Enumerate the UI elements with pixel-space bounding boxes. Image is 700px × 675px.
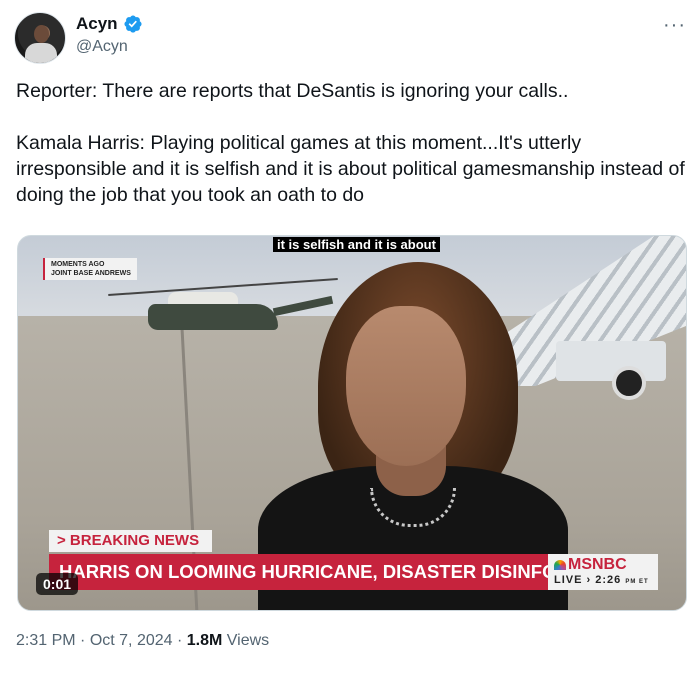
avatar[interactable] — [14, 12, 66, 64]
tweet-paragraph-2: Kamala Harris: Playing political games a… — [16, 132, 685, 206]
avatar-shirt — [25, 43, 57, 63]
video-timer: 0:01 — [36, 573, 79, 595]
network-logo: MSNBC — [554, 556, 627, 574]
tweet-time[interactable]: 2:31 PM — [16, 632, 76, 649]
stair-truck — [556, 341, 666, 381]
news-headline: HARRIS ON LOOMING HURRICANE, DISASTER DI… — [49, 554, 556, 590]
name-row: Acyn — [76, 14, 143, 34]
badge-line-1: MOMENTS AGO — [51, 261, 105, 268]
breaking-news-label: > BREAKING NEWS — [49, 530, 212, 552]
avatar-face — [34, 25, 49, 43]
truck-wheel — [612, 366, 646, 400]
author-name[interactable]: Acyn — [76, 14, 118, 34]
more-horizontal-icon[interactable]: ··· — [663, 14, 686, 37]
network-name: MSNBC — [568, 556, 627, 573]
author-block: Acyn @Acyn — [76, 14, 143, 56]
meta-separator: · — [75, 632, 90, 649]
location-badge: MOMENTS AGO JOINT BASE ANDREWS — [43, 258, 137, 280]
tweet-text: Reporter: There are reports that DeSanti… — [16, 78, 686, 208]
meta-separator: · — [172, 632, 187, 649]
live-time: LIVE › 2:26 — [554, 574, 622, 586]
tweet-date[interactable]: Oct 7, 2024 — [90, 632, 173, 649]
views-count: 1.8M — [186, 632, 223, 649]
video-player[interactable]: MOMENTS AGO JOINT BASE ANDREWS it is sel… — [17, 235, 687, 611]
author-handle[interactable]: @Acyn — [76, 38, 143, 56]
tweet-meta: 2:31 PM · Oct 7, 2024 · 1.8M Views — [16, 632, 269, 650]
tweet-paragraph-1: Reporter: There are reports that DeSanti… — [16, 80, 569, 102]
speaker-face — [346, 306, 466, 466]
tweet-header: Acyn @Acyn ··· — [14, 10, 686, 66]
badge-line-2: JOINT BASE ANDREWS — [51, 270, 131, 277]
live-timezone: PM ET — [625, 579, 649, 585]
network-bug: MSNBC LIVE › 2:26 PM ET — [548, 554, 658, 590]
peacock-icon — [554, 559, 566, 570]
live-indicator: LIVE › 2:26 PM ET — [554, 574, 649, 586]
verified-badge-icon — [124, 15, 142, 33]
views-label: Views — [222, 632, 270, 649]
video-caption: it is selfish and it is about — [273, 237, 440, 252]
